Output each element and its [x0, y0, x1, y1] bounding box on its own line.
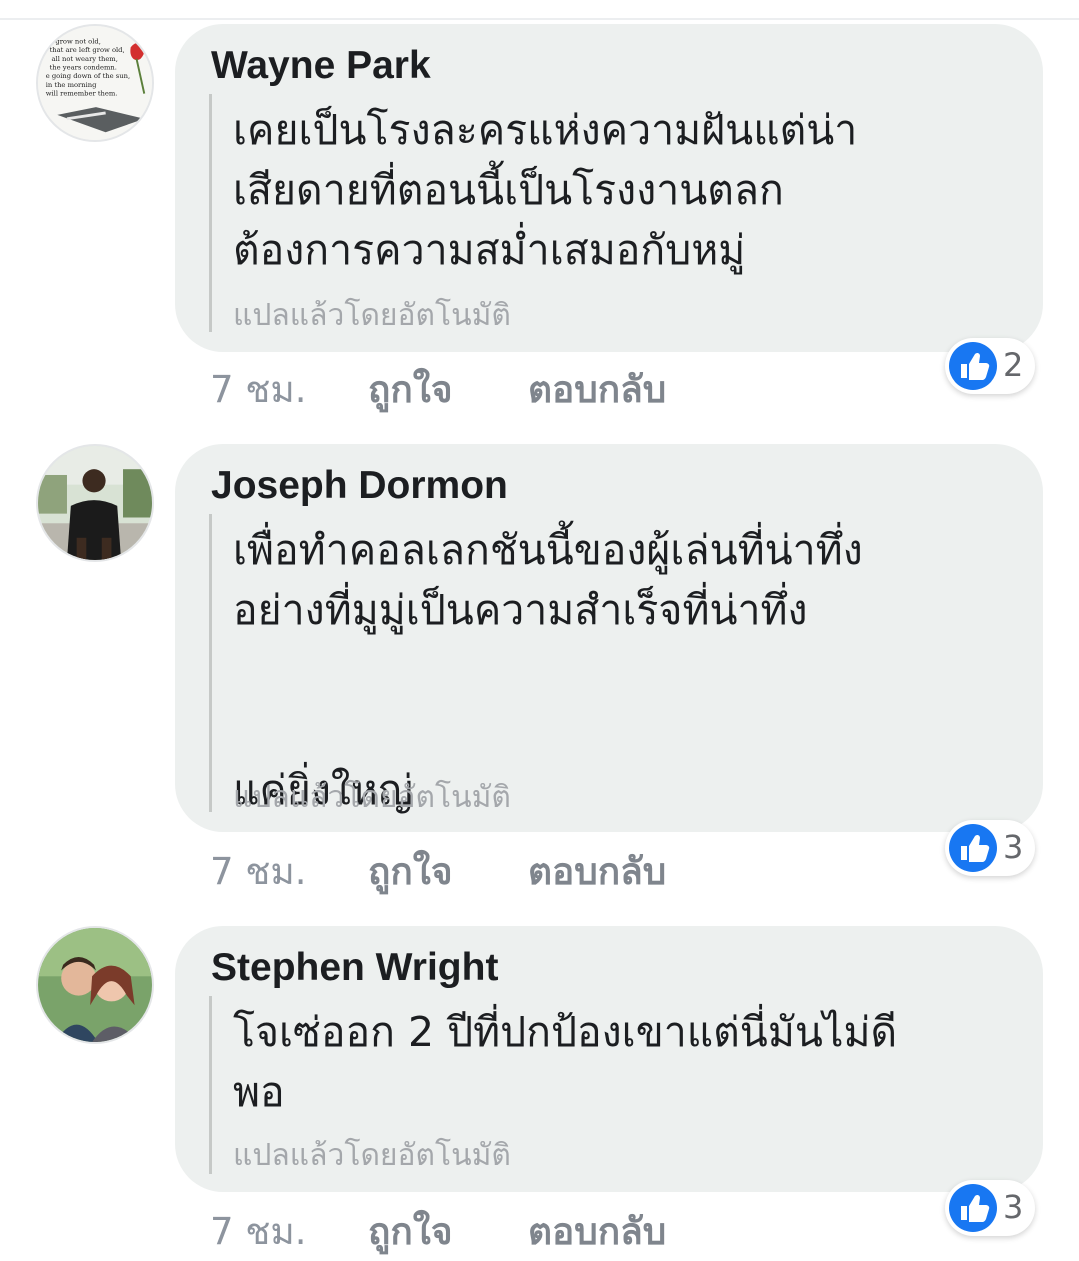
translated-label[interactable]: แปลแล้วโดยอัตโนมัติ — [233, 292, 511, 339]
timestamp[interactable]: 7 ชม. — [210, 360, 307, 419]
thumbs-up-icon — [949, 1184, 997, 1232]
reply-button[interactable]: ตอบกลับ — [528, 1202, 666, 1261]
svg-text:in the morning: in the morning — [46, 81, 97, 89]
avatar[interactable]: grow not old, that are left grow old, al… — [36, 24, 154, 142]
like-button[interactable]: ถูกใจ — [368, 360, 453, 419]
comment-bubble[interactable]: Wayne Park เคยเป็นโรงละครแห่งความฝันแต่น… — [175, 24, 1043, 352]
comment-author[interactable]: Wayne Park — [211, 44, 431, 88]
top-divider — [0, 18, 1079, 20]
reaction-summary[interactable]: 3 — [945, 820, 1035, 876]
reaction-count: 3 — [1003, 1188, 1024, 1226]
svg-text:grow not old,: grow not old, — [55, 37, 101, 45]
quote-bar — [209, 514, 212, 812]
comment-bubble[interactable]: Stephen Wright โจเซ่ออก 2 ปีที่ปกป้องเขา… — [175, 926, 1043, 1192]
quote-bar — [209, 996, 212, 1174]
reaction-count: 3 — [1003, 828, 1024, 866]
timestamp[interactable]: 7 ชม. — [210, 842, 307, 901]
timestamp[interactable]: 7 ชม. — [210, 1202, 307, 1261]
comment-author[interactable]: Joseph Dormon — [211, 464, 508, 508]
translated-label[interactable]: แปลแล้วโดยอัตโนมัติ — [233, 1132, 511, 1179]
reply-button[interactable]: ตอบกลับ — [528, 360, 666, 419]
avatar[interactable] — [36, 926, 154, 1044]
comment-text: โจเซ่ออก 2 ปีที่ปกป้องเขาแต่นี่มันไม่ดี … — [233, 1008, 898, 1116]
reaction-count: 2 — [1003, 346, 1024, 384]
comment-bubble[interactable]: Joseph Dormon เพื่อทำคอลเลกชันนี้ของผู้เ… — [175, 444, 1043, 999]
like-button[interactable]: ถูกใจ — [368, 842, 453, 901]
comment-author[interactable]: Stephen Wright — [211, 946, 498, 990]
comment-text: เพื่อทำคอลเลกชันนี้ของผู้เล่นที่น่าทึ่ง … — [233, 526, 863, 634]
reply-button[interactable]: ตอบกลับ — [528, 842, 666, 901]
couple-avatar-image — [38, 928, 152, 1042]
svg-text:e going down of the sun,: e going down of the sun, — [46, 72, 130, 80]
reaction-summary[interactable]: 2 — [945, 338, 1035, 394]
quote-bar — [209, 94, 212, 332]
poem-avatar-image: grow not old, that are left grow old, al… — [38, 26, 152, 140]
translated-label[interactable]: แปลแล้วโดยอัตโนมัติ — [233, 774, 511, 821]
comment-text: เคยเป็นโรงละครแห่งความฝันแต่น่า เสียดายท… — [233, 106, 858, 274]
thumbs-up-icon — [949, 342, 997, 390]
svg-text:all not weary them,: all not weary them, — [52, 55, 118, 63]
svg-text:that are left grow old,: that are left grow old, — [50, 46, 125, 54]
svg-text:will remember them.: will remember them. — [46, 90, 118, 98]
svg-text:the years condemn.: the years condemn. — [50, 63, 117, 71]
like-button[interactable]: ถูกใจ — [368, 1202, 453, 1261]
person-avatar-image — [38, 446, 152, 560]
reaction-summary[interactable]: 3 — [945, 1180, 1035, 1236]
avatar[interactable] — [36, 444, 154, 562]
thumbs-up-icon — [949, 824, 997, 872]
